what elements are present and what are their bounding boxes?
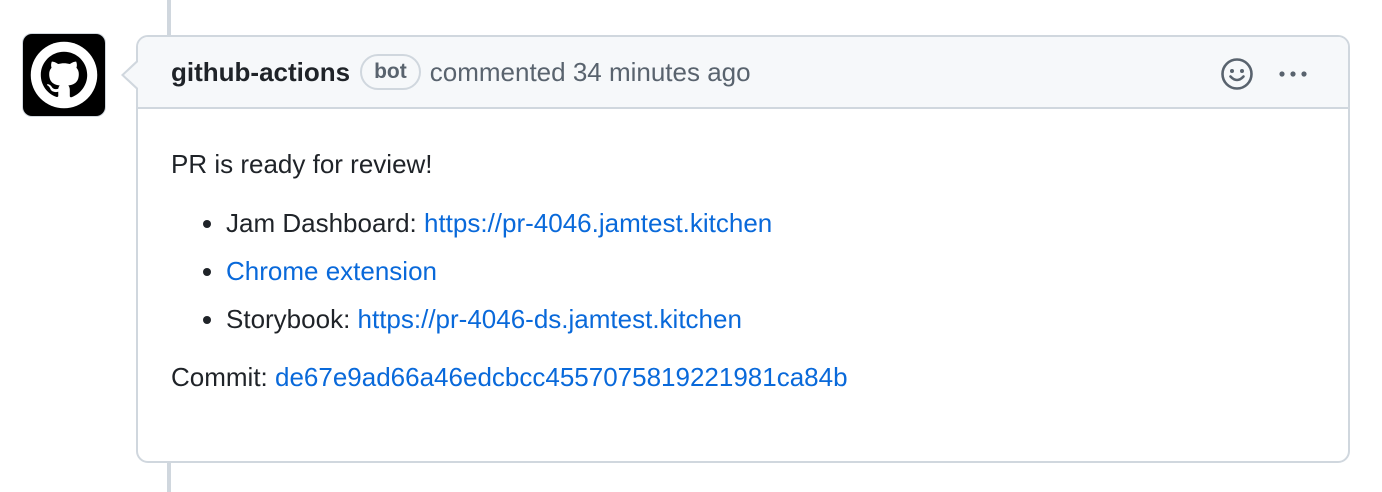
list-item-label: Jam Dashboard: [226,208,424,238]
header-actions [1220,57,1310,91]
bot-badge: bot [360,54,421,90]
list-item: Jam Dashboard: https://pr-4046.jamtest.k… [226,207,1315,239]
comment-body: PR is ready for review! Jam Dashboard: h… [138,148,1348,393]
github-logo-icon [30,41,98,109]
storybook-link[interactable]: https://pr-4046-ds.jamtest.kitchen [358,304,742,334]
smiley-icon [1221,58,1253,90]
list-item: Storybook: https://pr-4046-ds.jamtest.ki… [226,303,1315,335]
list-item-label: Storybook: [226,304,358,334]
kebab-horizontal-icon [1279,71,1307,77]
author-link[interactable]: github-actions [171,57,350,88]
link-list: Jam Dashboard: https://pr-4046.jamtest.k… [171,207,1315,335]
comment-timestamp[interactable]: commented 34 minutes ago [430,57,751,88]
jam-dashboard-link[interactable]: https://pr-4046.jamtest.kitchen [424,208,772,238]
avatar[interactable] [23,34,105,116]
more-options-button[interactable] [1276,57,1310,91]
list-item: Chrome extension [226,255,1315,287]
comment-header: github-actions bot commented 34 minutes … [138,37,1348,109]
commit-line: Commit: de67e9ad66a46edcbcc4557075819221… [171,361,1315,393]
commit-hash-link[interactable]: de67e9ad66a46edcbcc4557075819221981ca84b [275,362,848,392]
add-reaction-button[interactable] [1220,57,1254,91]
comment-box: github-actions bot commented 34 minutes … [136,35,1350,463]
comment-intro: PR is ready for review! [171,149,433,179]
chrome-extension-link[interactable]: Chrome extension [226,256,437,286]
commit-label: Commit: [171,362,275,392]
comment-caret-fill [124,62,138,88]
